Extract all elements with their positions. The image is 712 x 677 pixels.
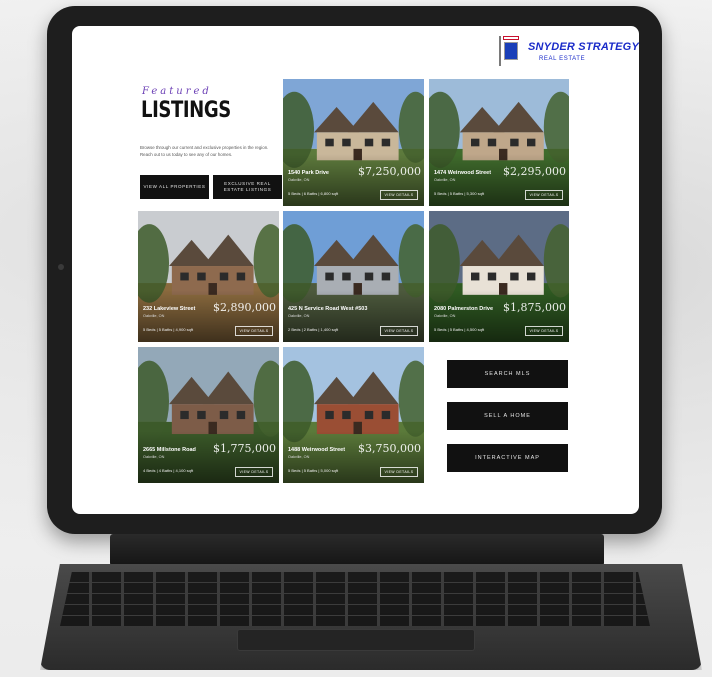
listing-card[interactable]: 1474 Weirwood Street Oakville, ON 5 Beds… — [429, 79, 569, 206]
listing-card[interactable]: 2080 Palmerston Drive Oakville, ON 5 Bed… — [429, 211, 569, 342]
interactive-map-button[interactable]: INTERACTIVE MAP — [447, 444, 568, 472]
exclusive-listings-button[interactable]: EXCLUSIVE REAL ESTATE LISTINGS — [213, 175, 282, 199]
listing-price: $7,250,000 — [358, 165, 421, 178]
listing-city: Oakville, ON — [143, 455, 165, 459]
listing-specs: 5 Beds | 5 Baths | 5,300 sqft — [434, 191, 485, 196]
listing-price: $1,875,000 — [503, 301, 566, 314]
listing-specs: 4 Beds | 4 Baths | 4,100 sqft — [143, 468, 194, 473]
brand-tagline: REAL ESTATE — [539, 56, 586, 62]
trackpad — [237, 629, 475, 651]
listing-card[interactable]: 2665 Millstone Road Oakville, ON 4 Beds … — [138, 347, 279, 483]
listing-city: Oakville, ON — [288, 455, 310, 459]
view-details-button[interactable]: VIEW DETAILS — [235, 326, 273, 336]
keyboard-hinge — [110, 534, 604, 566]
listing-address: 425 N Service Road West #503 — [288, 306, 368, 312]
listing-card[interactable]: 425 N Service Road West #503 Oakville, O… — [283, 211, 424, 342]
section-heading: LISTINGS — [141, 98, 231, 123]
sign-board-icon — [504, 42, 518, 60]
listing-city: Oakville, ON — [434, 178, 456, 182]
listing-city: Oakville, ON — [288, 178, 310, 182]
view-details-button[interactable]: VIEW DETAILS — [380, 326, 418, 336]
view-details-button[interactable]: VIEW DETAILS — [525, 190, 563, 200]
sign-post-icon — [499, 36, 501, 66]
camera-icon — [58, 264, 64, 270]
listing-specs: 5 Beds | 5 Baths | 4,500 sqft — [434, 327, 485, 332]
keyboard-key-rows — [60, 572, 650, 626]
listing-price: $2,890,000 — [213, 301, 276, 314]
listing-city: Oakville, ON — [434, 314, 456, 318]
listing-address: 1540 Park Drive — [288, 170, 329, 176]
listing-price: $2,295,000 — [503, 165, 566, 178]
listing-price: $1,775,000 — [213, 442, 276, 455]
section-kicker: Featured — [142, 86, 212, 97]
view-details-button[interactable]: VIEW DETAILS — [525, 326, 563, 336]
listing-address: 1488 Weirwood Street — [288, 447, 346, 453]
listing-price: $3,750,000 — [358, 442, 421, 455]
listing-specs: 2 Beds | 2 Baths | 1,400 sqft — [288, 327, 339, 332]
view-all-button[interactable]: VIEW ALL PROPERTIES — [140, 175, 209, 199]
listing-address: 232 Lakeview Street — [143, 306, 196, 312]
listing-city: Oakville, ON — [288, 314, 310, 318]
listing-address: 1474 Weirwood Street — [434, 170, 492, 176]
listing-address: 2080 Palmerston Drive — [434, 306, 494, 312]
listing-specs: 5 Beds | 5 Baths | 4,900 sqft — [143, 327, 194, 332]
view-details-button[interactable]: VIEW DETAILS — [380, 190, 418, 200]
listing-card[interactable]: 1540 Park Drive Oakville, ON 5 Beds | 6 … — [283, 79, 424, 206]
brand-name: SNYDER STRATEGY — [528, 41, 639, 53]
listing-address: 2665 Millstone Road — [143, 447, 196, 453]
listing-specs: 5 Beds | 6 Baths | 6,800 sqft — [288, 191, 339, 196]
brand-logo[interactable]: SNYDER STRATEGY REAL ESTATE — [495, 34, 639, 68]
listing-city: Oakville, ON — [143, 314, 165, 318]
tablet-device: SNYDER STRATEGY REAL ESTATE Featured LIS… — [47, 6, 662, 534]
section-intro: Browse through our current and exclusive… — [140, 145, 269, 157]
listing-card[interactable]: 1488 Weirwood Street Oakville, ON 5 Beds… — [283, 347, 424, 483]
tablet-screen: SNYDER STRATEGY REAL ESTATE Featured LIS… — [72, 26, 639, 514]
sign-top-icon — [503, 36, 519, 40]
listing-card[interactable]: 232 Lakeview Street Oakville, ON 5 Beds … — [138, 211, 279, 342]
view-details-button[interactable]: VIEW DETAILS — [380, 467, 418, 477]
listing-specs: 5 Beds | 5 Baths | 5,000 sqft — [288, 468, 339, 473]
search-mls-button[interactable]: SEARCH MLS — [447, 360, 568, 388]
view-details-button[interactable]: VIEW DETAILS — [235, 467, 273, 477]
sell-home-button[interactable]: SELL A HOME — [447, 402, 568, 430]
